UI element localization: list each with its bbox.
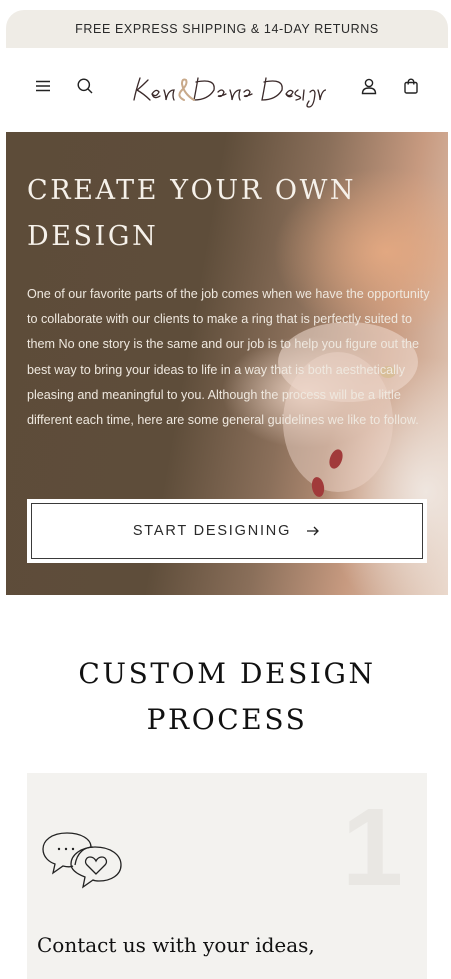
hero-title: CREATE YOUR OWN DESIGN	[27, 175, 357, 252]
process-step-card: 1 Contact us with your ideas,	[27, 773, 427, 979]
process-section-title: CUSTOM DESIGN PROCESS	[78, 657, 376, 736]
arrow-right-icon	[307, 526, 320, 536]
start-designing-button[interactable]: START DESIGNING	[31, 503, 423, 559]
brand-logo[interactable]	[126, 70, 326, 110]
menu-icon	[36, 80, 50, 92]
cart-button[interactable]	[399, 74, 423, 98]
announcement-bar: FREE EXPRESS SHIPPING & 14-DAY RETURNS	[6, 10, 448, 48]
chat-heart-icon	[42, 832, 122, 889]
search-icon	[77, 78, 93, 94]
bag-icon	[404, 78, 418, 94]
announcement-text: FREE EXPRESS SHIPPING & 14-DAY RETURNS	[75, 22, 379, 36]
hero-description: One of our favorite parts of the job com…	[27, 287, 430, 428]
search-button[interactable]	[73, 74, 97, 98]
start-designing-button-wrapper: START DESIGNING	[27, 499, 427, 563]
step-number: 1	[341, 786, 403, 909]
site-header	[6, 48, 448, 132]
account-button[interactable]	[357, 74, 381, 98]
start-designing-label: START DESIGNING	[132, 523, 292, 539]
step-heading: Contact us with your ideas,	[37, 933, 315, 957]
page-frame: FREE EXPRESS SHIPPING & 14-DAY RETURNS C…	[6, 10, 448, 979]
account-icon	[361, 78, 377, 95]
hero-banner: CREATE YOUR OWN DESIGN One of our favori…	[6, 132, 448, 595]
menu-button[interactable]	[31, 74, 55, 98]
